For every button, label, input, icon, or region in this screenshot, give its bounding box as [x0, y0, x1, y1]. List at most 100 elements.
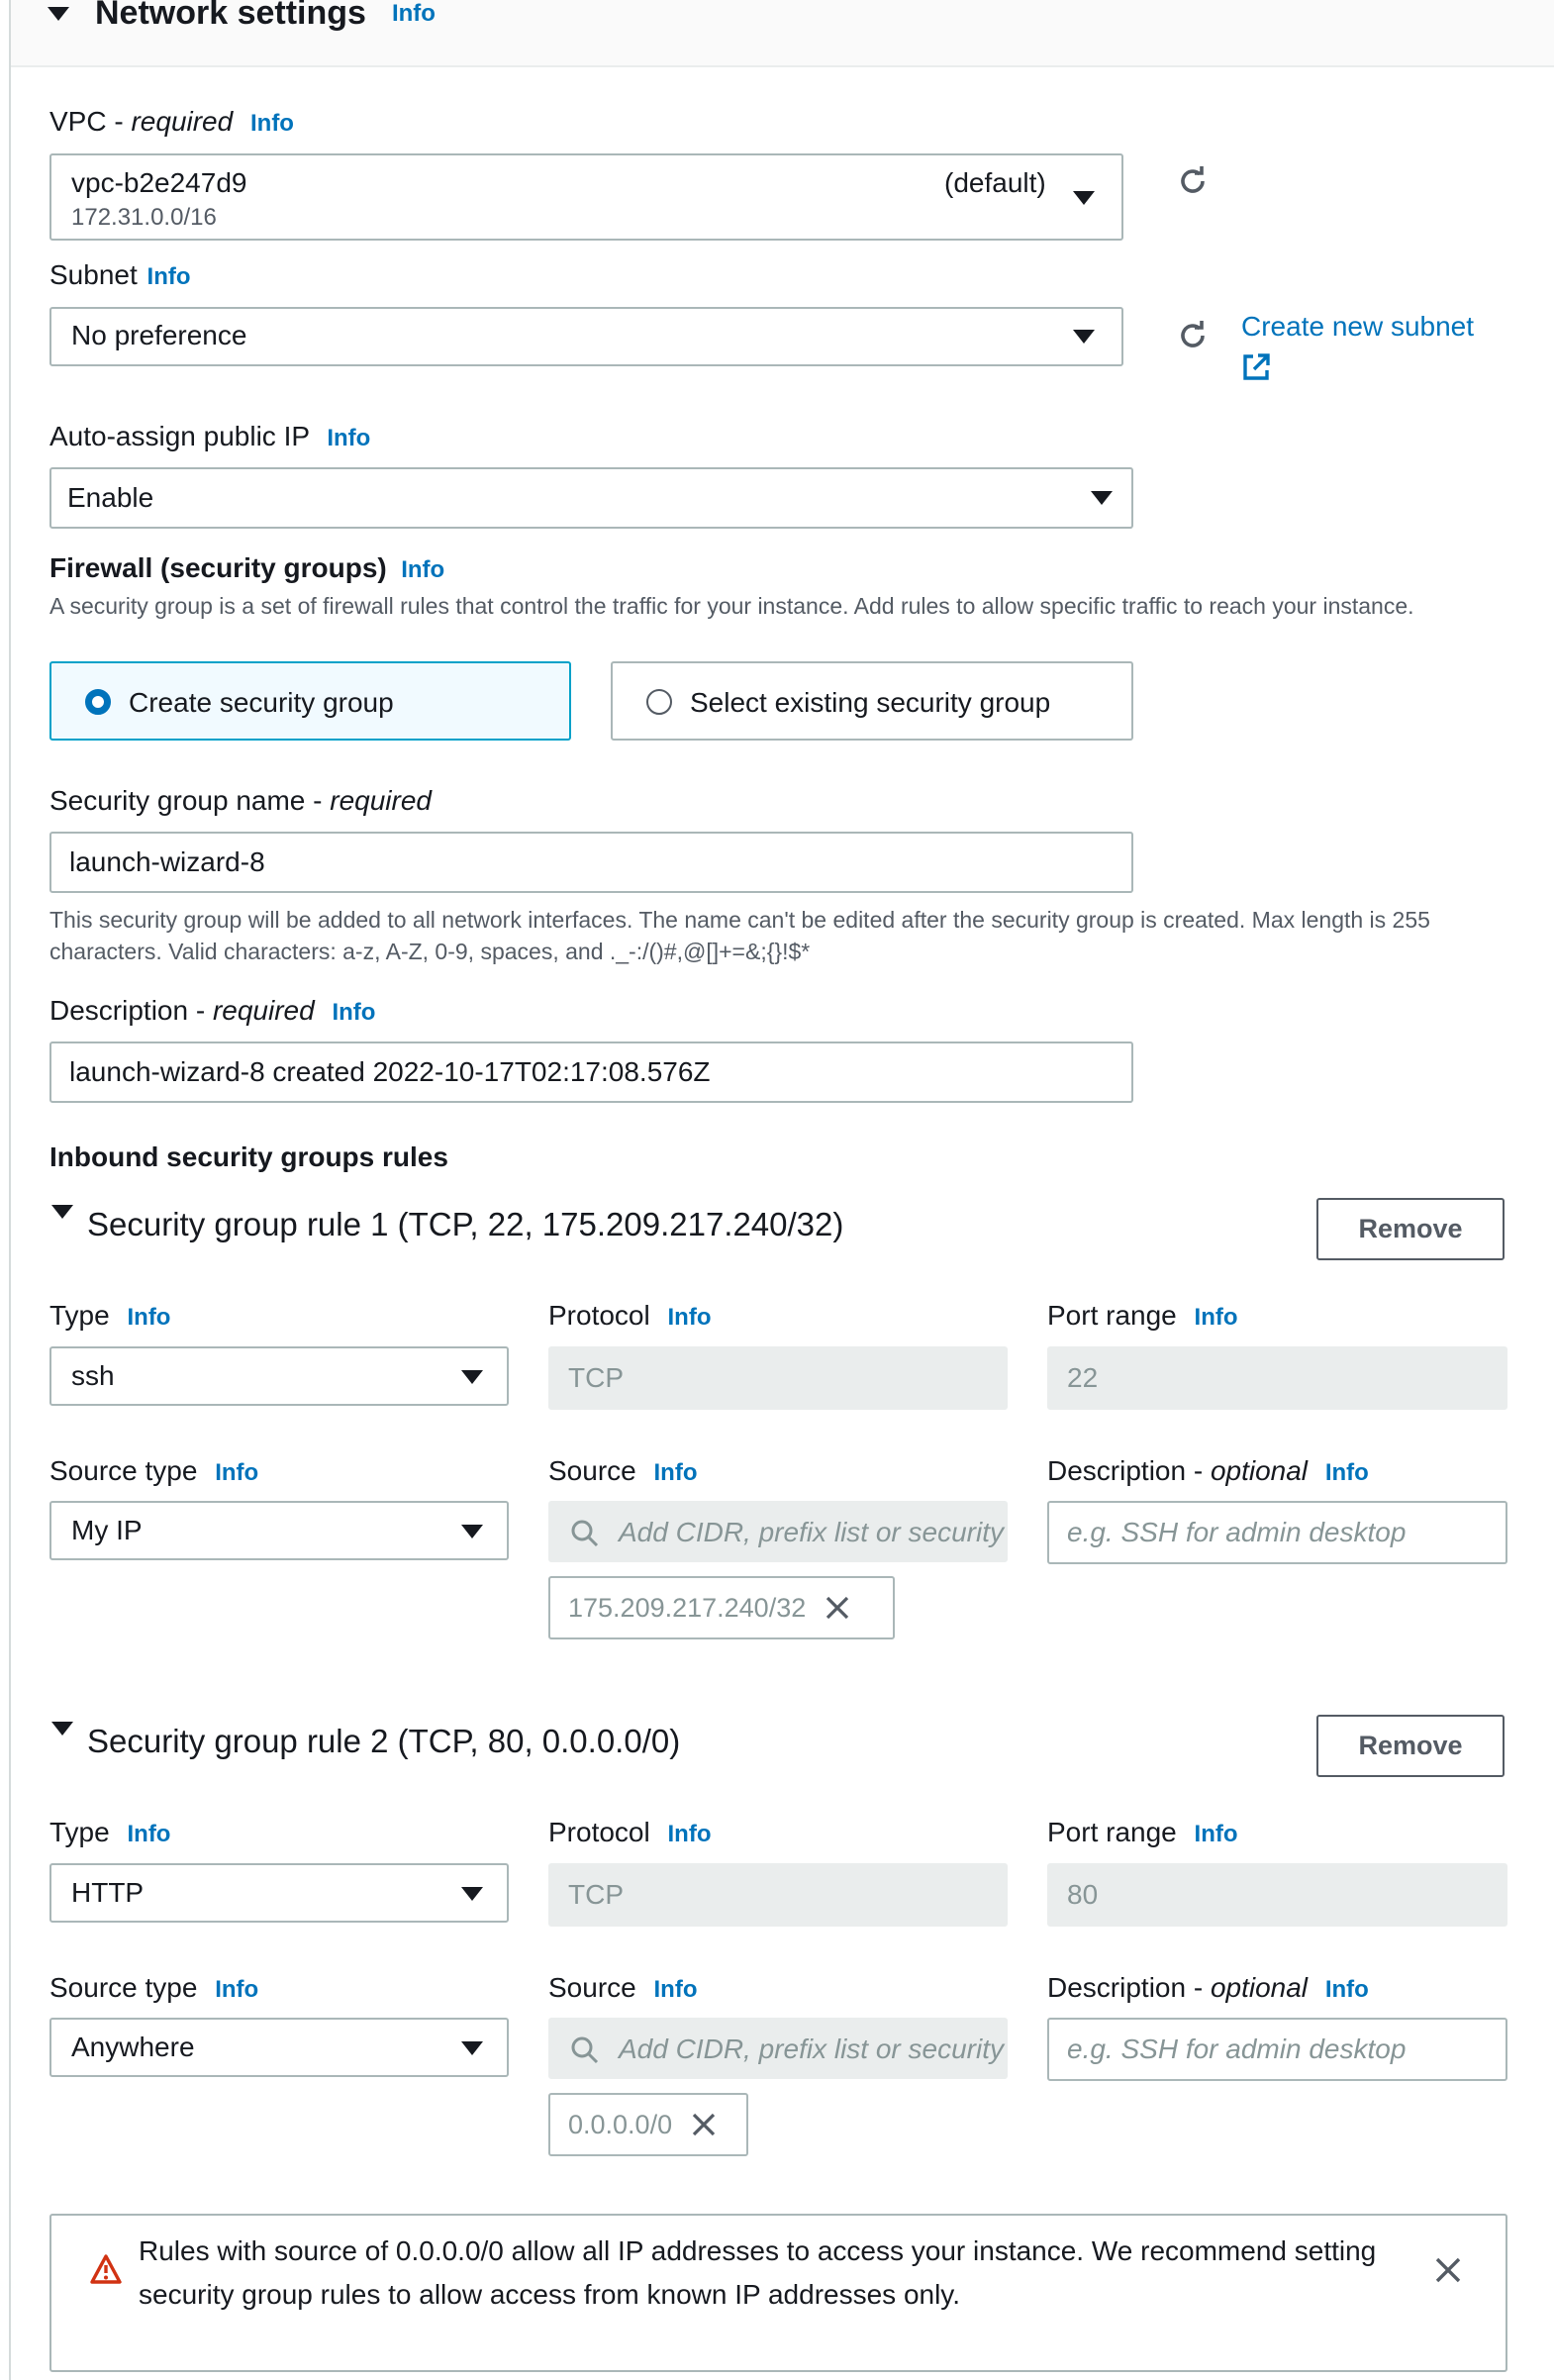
rule-2-source-type-select[interactable]: Anywhere	[49, 2018, 509, 2077]
warning-line-1: Rules with source of 0.0.0.0/0 allow all…	[139, 2235, 1377, 2266]
rule-1-source-type-value: My IP	[71, 1515, 143, 1545]
section-title-text: Network settings	[95, 0, 366, 32]
type-label-text: Type	[49, 1300, 110, 1331]
info-link[interactable]: Info	[654, 1459, 698, 1486]
description-placeholder: e.g. SSH for admin desktop	[1067, 1517, 1407, 1547]
info-link[interactable]: Info	[668, 1821, 712, 1847]
create-new-subnet-link[interactable]: Create new subnet	[1241, 311, 1474, 343]
rule-2-port-value: 80	[1067, 1879, 1099, 1910]
external-link-icon[interactable]	[1241, 352, 1271, 382]
description-value: launch-wizard-8 created 2022-10-17T02:17…	[69, 1056, 711, 1087]
vpc-select[interactable]: vpc-b2e247d9 172.31.0.0/16 (default)	[49, 153, 1123, 241]
rule-1-source-type-label: Source type Info	[49, 1455, 258, 1487]
description-label: Description - required Info	[49, 995, 375, 1027]
rule-2-protocol-field: TCP	[548, 1863, 1008, 1927]
rule-2-type-select[interactable]: HTTP	[49, 1863, 509, 1923]
required-text: required	[131, 106, 234, 137]
info-link[interactable]: Info	[1325, 1976, 1369, 2003]
sg-name-label: Security group name - required	[49, 785, 432, 817]
info-link[interactable]: Info	[250, 110, 294, 137]
type-label-text: Type	[49, 1817, 110, 1847]
subnet-label: Subnet Info	[49, 259, 191, 291]
caret-down-icon[interactable]	[48, 6, 69, 21]
rule-1-source-label: Source Info	[548, 1455, 697, 1487]
vpc-cidr: 172.31.0.0/16	[71, 204, 217, 231]
optional-text: optional	[1210, 1455, 1309, 1486]
firewall-title: Firewall (security groups)	[49, 552, 387, 583]
rule-1-type-select[interactable]: ssh	[49, 1346, 509, 1406]
rule-2-description-label: Description - optional Info	[1047, 1972, 1369, 2004]
rule-2-type-label: Type Info	[49, 1817, 170, 1848]
sg-name-help-text: This security group will be added to all…	[49, 907, 1430, 964]
chevron-down-icon	[1091, 491, 1113, 505]
info-link[interactable]: Info	[1325, 1459, 1369, 1486]
section-title[interactable]: Network settings Info	[48, 0, 436, 33]
source-token-value: 0.0.0.0/0	[568, 2109, 673, 2139]
rule-1-protocol-value: TCP	[568, 1362, 624, 1393]
vpc-select-value: vpc-b2e247d9	[71, 167, 247, 198]
inbound-rules-title: Inbound security groups rules	[49, 1141, 448, 1172]
rule-2-description-input[interactable]: e.g. SSH for admin desktop	[1047, 2018, 1507, 2081]
remove-rule-1-button[interactable]: Remove	[1316, 1198, 1505, 1260]
refresh-icon[interactable]	[1176, 319, 1210, 352]
close-icon[interactable]	[1433, 2255, 1463, 2285]
rule-1-source-type-select[interactable]: My IP	[49, 1501, 509, 1560]
info-link[interactable]: Info	[327, 425, 370, 451]
rule-1-port-value: 22	[1067, 1362, 1099, 1393]
radio-unselected-icon[interactable]	[646, 689, 672, 715]
rule-2-source-search-input[interactable]: Add CIDR, prefix list or security	[548, 2018, 1008, 2079]
warning-line-2: security group rules to allow access fro…	[139, 2279, 961, 2310]
required-text: required	[330, 785, 432, 816]
description-label-text: Description -	[1047, 1455, 1211, 1486]
chevron-down-icon	[461, 1887, 483, 1901]
info-link[interactable]: Info	[1195, 1821, 1238, 1847]
info-link[interactable]: Info	[668, 1304, 712, 1331]
refresh-icon[interactable]	[1176, 164, 1210, 198]
source-type-label-text: Source type	[49, 1455, 198, 1486]
rule-1-title[interactable]: Security group rule 1 (TCP, 22, 175.209.…	[87, 1206, 843, 1243]
source-label-text: Source	[548, 1455, 636, 1486]
info-link[interactable]: Info	[654, 1976, 698, 2003]
vpc-default-tag: (default)	[944, 167, 1046, 198]
create-security-group-option[interactable]: Create security group	[49, 661, 571, 741]
chevron-down-icon	[461, 1525, 483, 1538]
info-link[interactable]: Info	[127, 1304, 170, 1331]
close-icon[interactable]	[690, 2111, 718, 2138]
rule-2-source-type-label: Source type Info	[49, 1972, 258, 2004]
vpc-label-text: VPC -	[49, 106, 132, 137]
port-label-text: Port range	[1047, 1817, 1177, 1847]
auto-assign-ip-select[interactable]: Enable	[49, 467, 1133, 529]
rule-1-description-input[interactable]: e.g. SSH for admin desktop	[1047, 1501, 1507, 1564]
description-label-text: Description -	[1047, 1972, 1211, 2003]
source-label-text: Source	[548, 1972, 636, 2003]
protocol-label-text: Protocol	[548, 1817, 650, 1847]
info-link[interactable]: Info	[215, 1976, 258, 2003]
sg-name-input[interactable]: launch-wizard-8	[49, 832, 1133, 893]
select-existing-security-group-option[interactable]: Select existing security group	[611, 661, 1133, 741]
source-token-value: 175.209.217.240/32	[568, 1592, 807, 1623]
info-link[interactable]: Info	[127, 1821, 170, 1847]
rule-1-source-search-input[interactable]: Add CIDR, prefix list or security	[548, 1501, 1008, 1562]
info-link[interactable]: Info	[147, 263, 191, 290]
radio-selected-icon[interactable]	[85, 689, 111, 715]
remove-rule-2-button[interactable]: Remove	[1316, 1715, 1505, 1777]
close-icon[interactable]	[824, 1594, 851, 1622]
port-label-text: Port range	[1047, 1300, 1177, 1331]
rule-2-title[interactable]: Security group rule 2 (TCP, 80, 0.0.0.0/…	[87, 1723, 680, 1760]
caret-down-icon[interactable]	[51, 1722, 73, 1735]
source-token: 0.0.0.0/0	[548, 2093, 748, 2156]
description-input[interactable]: launch-wizard-8 created 2022-10-17T02:17…	[49, 1041, 1133, 1103]
firewall-heading: Firewall (security groups) Info	[49, 552, 444, 584]
rule-1-type-value: ssh	[71, 1360, 115, 1391]
info-link[interactable]: Info	[215, 1459, 258, 1486]
info-link[interactable]: Info	[1195, 1304, 1238, 1331]
info-link[interactable]: Info	[392, 0, 436, 28]
source-type-label-text: Source type	[49, 1972, 198, 2003]
subnet-select[interactable]: No preference	[49, 307, 1123, 366]
info-link[interactable]: Info	[332, 999, 375, 1026]
required-text: required	[212, 995, 315, 1026]
info-link[interactable]: Info	[401, 556, 444, 583]
warning-message: Rules with source of 0.0.0.0/0 allow all…	[139, 2230, 1425, 2317]
rule-2-source-type-value: Anywhere	[71, 2032, 195, 2062]
caret-down-icon[interactable]	[51, 1205, 73, 1219]
